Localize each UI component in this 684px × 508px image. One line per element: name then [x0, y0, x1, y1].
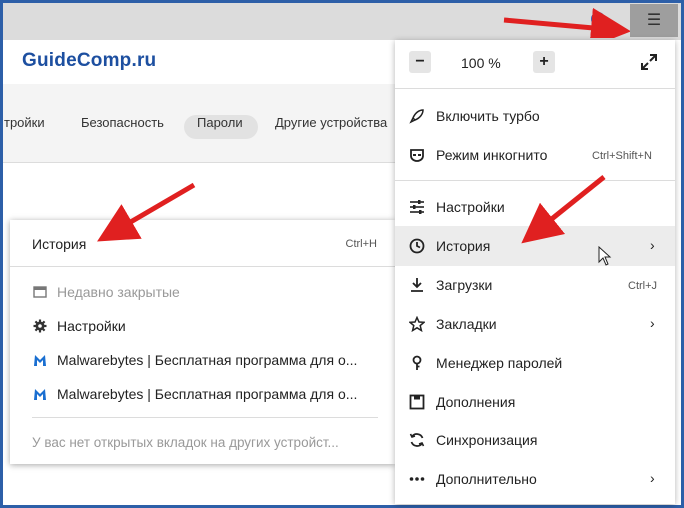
- menu-item-label: Дополнения: [436, 394, 516, 410]
- zoom-level: 100 %: [461, 55, 501, 71]
- zoom-in-button[interactable]: +: [533, 51, 555, 73]
- divider: [395, 88, 675, 89]
- main-menu-button[interactable]: ☰: [630, 4, 678, 37]
- menu-item-settings[interactable]: Настройки: [408, 193, 505, 221]
- other-devices-label: У вас нет открытых вкладок на других уст…: [32, 434, 339, 450]
- menu-item-more[interactable]: Дополнительно: [408, 465, 537, 493]
- menu-item-label: Настройки: [436, 199, 505, 215]
- addons-icon: [408, 393, 426, 411]
- menu-item-label: Включить турбо: [436, 108, 540, 124]
- menu-item-label: Закладки: [436, 316, 497, 332]
- history-item-label: Настройки: [57, 318, 126, 334]
- more-icon: [408, 470, 426, 488]
- tab-settings[interactable]: тройки: [4, 115, 45, 130]
- recently-closed-item[interactable]: Недавно закрытые: [32, 278, 180, 306]
- incognito-icon: [408, 146, 426, 164]
- chevron-right-icon: ›: [650, 315, 655, 331]
- history-header[interactable]: История: [32, 230, 86, 258]
- menu-item-label: Синхронизация: [436, 432, 538, 448]
- menu-item-addons[interactable]: Дополнения: [408, 388, 515, 416]
- menu-item-label: Дополнительно: [436, 471, 537, 487]
- menu-item-turbo[interactable]: Включить турбо: [408, 102, 540, 130]
- menu-item-bookmarks[interactable]: Закладки: [408, 310, 497, 338]
- other-devices-message: У вас нет открытых вкладок на других уст…: [32, 428, 339, 456]
- fullscreen-icon: [641, 54, 657, 70]
- menu-item-password-manager[interactable]: Менеджер паролей: [408, 349, 562, 377]
- site-logo: GuideComp.ru: [22, 50, 157, 71]
- chevron-right-icon: ›: [650, 470, 655, 486]
- annotation-arrow-history-item: [521, 175, 606, 244]
- star-icon: [408, 315, 426, 333]
- key-icon: [408, 354, 426, 372]
- divider: [10, 266, 395, 267]
- menu-item-label: История: [436, 238, 491, 254]
- zoom-out-button[interactable]: −: [409, 51, 431, 73]
- divider: [32, 417, 378, 418]
- history-item-malwarebytes-1[interactable]: Malwarebytes | Бесплатная программа для …: [32, 346, 357, 374]
- download-icon: [408, 276, 426, 294]
- malwarebytes-icon: [32, 386, 48, 402]
- incognito-shortcut: Ctrl+Shift+N: [592, 150, 652, 162]
- downloads-shortcut: Ctrl+J: [628, 280, 658, 292]
- malwarebytes-icon: [32, 352, 48, 368]
- menu-item-label: Режим инкогнито: [436, 147, 548, 163]
- annotation-arrow-history-header: [97, 182, 196, 242]
- sync-icon: [408, 431, 426, 449]
- menu-item-label: Менеджер паролей: [436, 355, 563, 371]
- fullscreen-button[interactable]: [640, 53, 658, 71]
- history-item-label: Malwarebytes | Бесплатная программа для …: [57, 386, 358, 402]
- tab-passwords[interactable]: Пароли: [197, 115, 243, 130]
- plus-icon: +: [539, 53, 549, 70]
- menu-item-history[interactable]: История: [408, 232, 490, 260]
- rocket-icon: [408, 107, 426, 125]
- menu-item-sync[interactable]: Синхронизация: [408, 426, 537, 454]
- hamburger-icon: ☰: [646, 11, 662, 29]
- history-shortcut: Ctrl+H: [345, 238, 377, 250]
- history-item-label: Malwarebytes | Бесплатная программа для …: [57, 352, 358, 368]
- tab-security[interactable]: Безопасность: [81, 115, 164, 130]
- menu-item-label: Загрузки: [436, 277, 493, 293]
- annotation-arrow-menu: [503, 7, 630, 38]
- history-item-malwarebytes-2[interactable]: Malwarebytes | Бесплатная программа для …: [32, 380, 357, 408]
- settings-sliders-icon: [408, 198, 426, 216]
- recently-closed-label: Недавно закрытые: [57, 284, 180, 300]
- history-submenu: История Ctrl+H Недавно закрытые Настройк…: [10, 220, 395, 464]
- minus-icon: −: [415, 53, 425, 70]
- window-icon: [32, 284, 48, 300]
- menu-item-downloads[interactable]: Загрузки: [408, 271, 492, 299]
- tab-other-devices[interactable]: Другие устройства: [275, 115, 387, 130]
- history-item-settings[interactable]: Настройки: [32, 312, 126, 340]
- chevron-right-icon: ›: [650, 237, 655, 253]
- clock-icon: [408, 237, 426, 255]
- history-header-label: История: [32, 236, 87, 252]
- gear-icon: [32, 318, 48, 334]
- menu-item-incognito[interactable]: Режим инкогнито: [408, 141, 547, 169]
